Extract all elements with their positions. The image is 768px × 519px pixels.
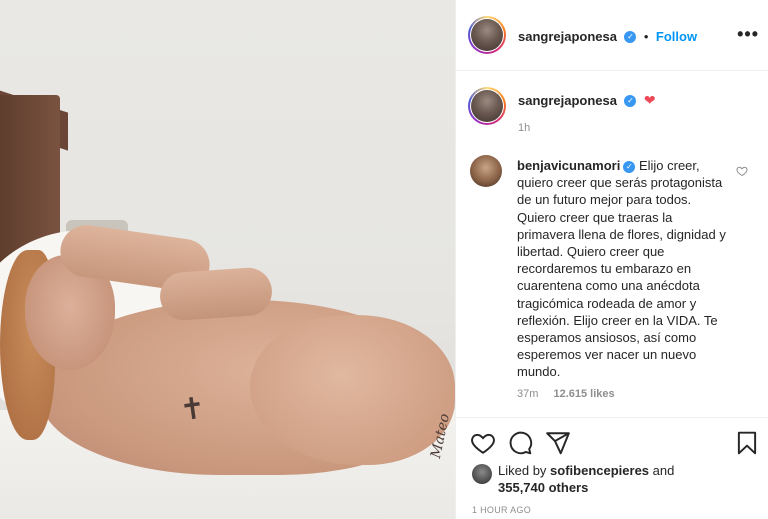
liked-by-count[interactable]: 355,740 others [498,480,588,495]
liked-by-and: and [652,463,675,478]
bookmark-icon[interactable] [734,430,760,456]
more-options-icon[interactable]: ••• [737,24,759,45]
comment-username[interactable]: benjavicunamori [517,158,620,173]
comment-like-icon[interactable] [736,165,748,180]
separator-dot: • [643,29,649,44]
comment-avatar[interactable] [470,155,502,187]
comment-icon[interactable] [507,430,533,456]
post-header: sangrejaponesa ✓ • Follow ••• [456,0,768,71]
header-avatar[interactable] [468,16,506,54]
verified-badge-icon: ✓ [624,30,637,43]
verified-badge-icon: ✓ [624,94,637,107]
comment-likes[interactable]: 12.615 likes [553,388,614,400]
header-username[interactable]: sangrejaponesa [518,29,617,44]
caption-time[interactable]: 1h [518,122,530,134]
avatar-image [471,19,503,51]
caption-avatar[interactable] [468,87,506,125]
liked-by-user[interactable]: sofibencepieres [550,463,649,478]
avatar-image [471,90,503,122]
comment-body: benjavicunamori ✓ Elijo creer, quiero cre… [517,157,727,381]
cross-tattoo: ✝ [177,390,208,429]
person-arm-lower [158,266,274,322]
liked-by-avatar[interactable] [472,464,492,484]
comment-meta: 37m 12.615 likes [517,388,615,400]
action-bar: Liked by sofibencepieres and 355,740 oth… [456,417,768,517]
follow-button[interactable]: Follow [656,29,697,44]
caption-username[interactable]: sangrejaponesa [518,93,617,108]
red-heart-icon: ❤ [643,92,656,109]
post-side-panel: sangrejaponesa ✓ • Follow ••• sangrejapo… [455,0,768,519]
verified-badge-icon: ✓ [623,160,636,173]
heart-icon[interactable] [470,430,496,456]
post-photo[interactable]: ✝ Mateo [0,0,455,519]
liked-by-text: Liked by sofibencepieres and 355,740 oth… [498,462,674,496]
liked-by-prefix: Liked by [498,463,547,478]
comment-text: Elijo creer, quiero creer que serás prot… [517,158,726,380]
comment-time[interactable]: 37m [517,388,538,400]
share-icon[interactable] [545,430,571,456]
post-timestamp[interactable]: 1 HOUR AGO [472,505,531,515]
